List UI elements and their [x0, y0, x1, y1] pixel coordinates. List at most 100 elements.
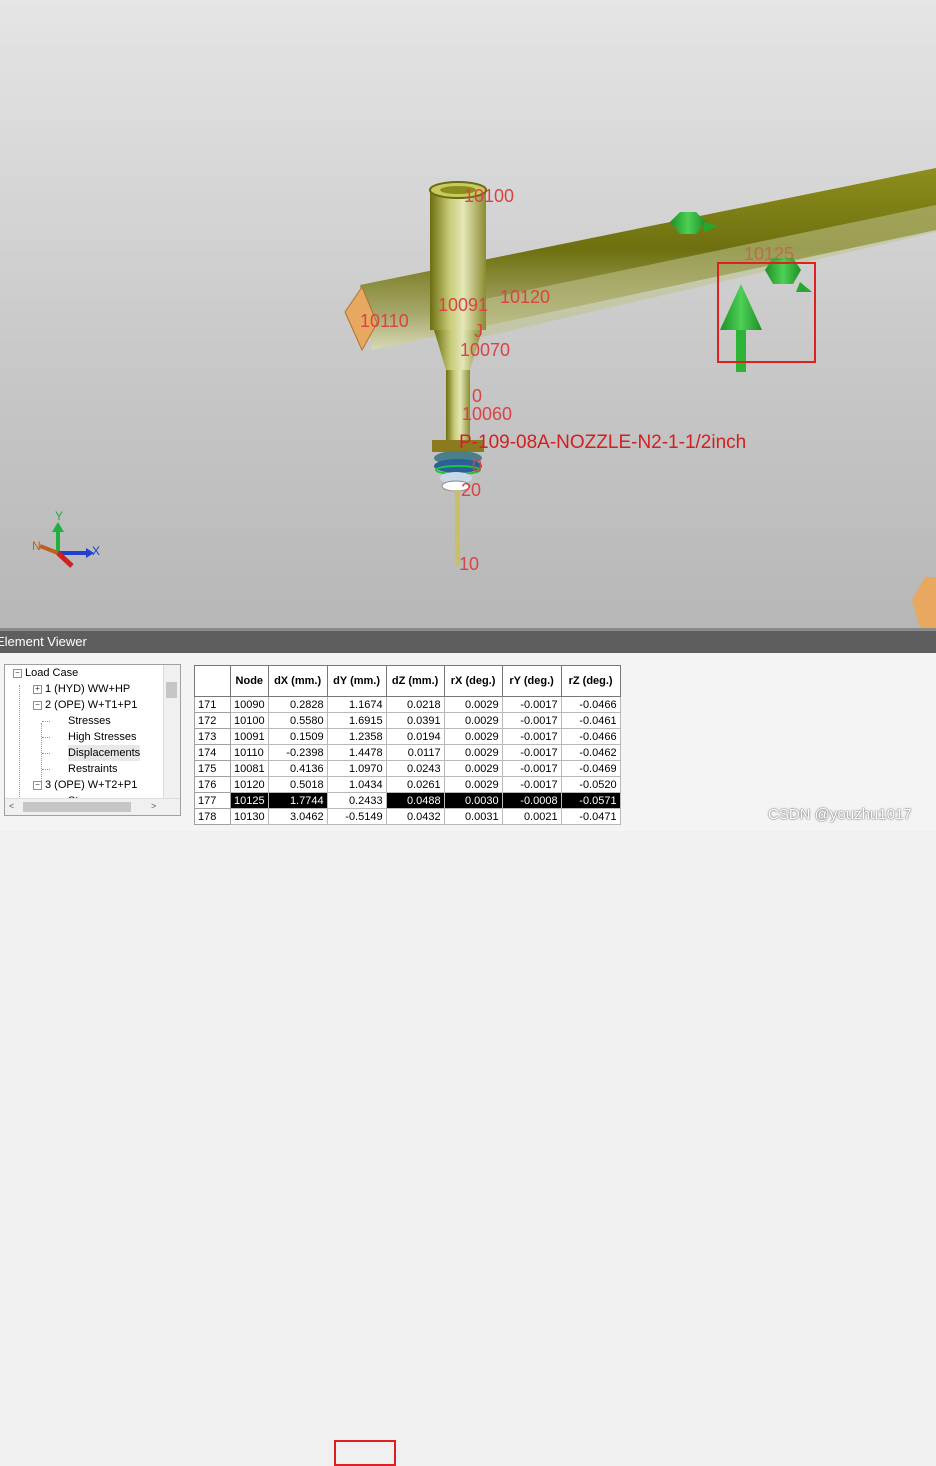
table-cell[interactable]: 0.0243 — [385, 760, 445, 777]
table-cell[interactable]: -0.0008 — [501, 792, 562, 809]
tree-item-stresses[interactable]: Stresses — [68, 713, 111, 729]
table-cell[interactable]: 0.5018 — [267, 776, 328, 793]
table-row[interactable]: 176 10120 0.5018 1.0434 0.0261 0.0029 -0.0017-… — [194, 776, 621, 793]
load-case-tree[interactable]: − Load Case +1 (HYD) WW+HP −2 (OPE) W+T1+… — [4, 664, 181, 816]
table-cell[interactable]: 0.0030 — [443, 792, 503, 809]
restraint-arrow[interactable] — [720, 284, 762, 372]
table-cell[interactable]: 1.0434 — [326, 776, 387, 793]
column-header[interactable] — [194, 665, 231, 697]
table-cell[interactable]: 1.4478 — [326, 744, 387, 761]
table-cell[interactable]: 0.0391 — [385, 712, 445, 729]
scroll-right-icon[interactable]: > — [151, 801, 156, 811]
table-cell[interactable]: -0.2398 — [267, 744, 328, 761]
table-cell[interactable]: -0.0466 — [560, 696, 621, 713]
column-header[interactable]: Node — [230, 665, 269, 697]
cell-node[interactable]: 10130 — [230, 808, 269, 825]
column-header[interactable]: rX (deg.) — [443, 665, 503, 697]
table-cell[interactable]: 0.0261 — [385, 776, 445, 793]
table-cell[interactable]: -0.0471 — [560, 808, 621, 825]
row-number[interactable]: 174 — [194, 744, 231, 761]
collapse-icon[interactable]: − — [13, 668, 22, 678]
table-cell[interactable]: 1.1674 — [326, 696, 387, 713]
row-number[interactable]: 175 — [194, 760, 231, 777]
table-cell[interactable]: -0.0469 — [560, 760, 621, 777]
table-cell[interactable]: 0.0432 — [385, 808, 445, 825]
table-cell[interactable]: 0.0029 — [443, 696, 503, 713]
table-cell[interactable]: -0.0461 — [560, 712, 621, 729]
row-number[interactable]: 178 — [194, 808, 231, 825]
table-cell[interactable]: 0.0488 — [385, 792, 445, 809]
tree-vertical-scrollbar[interactable] — [163, 665, 180, 798]
table-cell[interactable]: 1.7744 — [267, 792, 328, 809]
table-cell[interactable]: 0.5580 — [267, 712, 328, 729]
table-cell[interactable]: 0.0117 — [385, 744, 445, 761]
scroll-thumb[interactable] — [23, 802, 131, 812]
row-number[interactable]: 177 — [194, 792, 231, 809]
table-cell[interactable]: 0.0218 — [385, 696, 445, 713]
table-cell[interactable]: 0.4136 — [267, 760, 328, 777]
table-cell[interactable]: -0.0462 — [560, 744, 621, 761]
table-cell[interactable]: 0.0029 — [443, 760, 503, 777]
tree-item-load-case[interactable]: − Load Case — [13, 665, 78, 681]
tree-horizontal-scrollbar[interactable]: < > — [5, 798, 180, 815]
tree-item-load-case-3[interactable]: −3 (OPE) W+T2+P1 — [33, 777, 137, 793]
column-header[interactable]: dX (mm.) — [267, 665, 328, 697]
tree-item-restraints[interactable]: Restraints — [68, 761, 118, 777]
row-number[interactable]: 171 — [194, 696, 231, 713]
column-header[interactable]: dY (mm.) — [326, 665, 387, 697]
table-cell[interactable]: -0.0017 — [501, 760, 562, 777]
cell-node[interactable]: 10125 — [230, 792, 269, 809]
table-cell[interactable]: 0.0029 — [443, 728, 503, 745]
table-row[interactable]: 174 10110 -0.2398 1.4478 0.0117 0.0029 -0.0017… — [194, 744, 621, 761]
table-row[interactable]: 172 10100 0.5580 1.6915 0.0391 0.0029 -0.0017-… — [194, 712, 621, 729]
cell-node[interactable]: 10081 — [230, 760, 269, 777]
row-number[interactable]: 172 — [194, 712, 231, 729]
cell-node[interactable]: 10090 — [230, 696, 269, 713]
table-cell[interactable]: -0.0017 — [501, 728, 562, 745]
table-cell[interactable]: 0.0029 — [443, 776, 503, 793]
table-cell[interactable]: -0.0017 — [501, 744, 562, 761]
expand-icon[interactable]: + — [33, 684, 42, 694]
table-cell[interactable]: -0.0520 — [560, 776, 621, 793]
tree-item-high-stresses[interactable]: High Stresses — [68, 729, 136, 745]
column-header[interactable]: rY (deg.) — [501, 665, 562, 697]
table-cell[interactable]: 1.2358 — [326, 728, 387, 745]
table-cell[interactable]: -0.5149 — [326, 808, 387, 825]
table-row[interactable]: 175 10081 0.4136 1.0970 0.0243 0.0029 -0.0017-… — [194, 760, 621, 777]
table-cell[interactable]: 1.6915 — [326, 712, 387, 729]
tree-item-load-case-2[interactable]: −2 (OPE) W+T1+P1 — [33, 697, 137, 713]
table-cell[interactable]: 0.2828 — [267, 696, 328, 713]
collapse-icon[interactable]: − — [33, 780, 42, 790]
column-header[interactable]: dZ (mm.) — [385, 665, 445, 697]
column-header[interactable]: rZ (deg.) — [560, 665, 621, 697]
table-cell[interactable]: 0.2433 — [326, 792, 387, 809]
table-row[interactable]: 177 10125 1.7744 0.2433 0.0488 0.0030 -0.0008-… — [194, 792, 621, 809]
table-cell[interactable]: 0.0194 — [385, 728, 445, 745]
table-cell[interactable]: -0.0466 — [560, 728, 621, 745]
tree-item-load-case-1[interactable]: +1 (HYD) WW+HP — [33, 681, 130, 697]
table-cell[interactable]: 0.0021 — [501, 808, 562, 825]
table-cell[interactable]: 0.0031 — [443, 808, 503, 825]
table-cell[interactable]: 1.0970 — [326, 760, 387, 777]
table-cell[interactable]: -0.0017 — [501, 776, 562, 793]
table-row[interactable]: 178 10130 3.0462 -0.5149 0.0432 0.0031 0.0021-… — [194, 808, 621, 825]
row-number[interactable]: 176 — [194, 776, 231, 793]
3d-model-viewport[interactable]: 10100 10110 10091 10120 10070 10060 10 2… — [0, 0, 936, 628]
scroll-left-icon[interactable]: < — [9, 801, 14, 811]
cell-node[interactable]: 10100 — [230, 712, 269, 729]
cell-node[interactable]: 10110 — [230, 744, 269, 761]
cell-node[interactable]: 10091 — [230, 728, 269, 745]
table-cell[interactable]: -0.0017 — [501, 696, 562, 713]
table-cell[interactable]: 3.0462 — [267, 808, 328, 825]
table-row[interactable]: 171 10090 0.2828 1.1674 0.0218 0.0029 -0.0017-… — [194, 696, 621, 713]
cell-node[interactable]: 10120 — [230, 776, 269, 793]
table-cell[interactable]: 0.0029 — [443, 744, 503, 761]
tree-item-displacements[interactable]: Displacements — [68, 745, 141, 761]
table-row[interactable]: 173 10091 0.1509 1.2358 0.0194 0.0029 -0.0017-… — [194, 728, 621, 745]
table-cell[interactable]: 0.0029 — [443, 712, 503, 729]
table-cell[interactable]: 0.1509 — [267, 728, 328, 745]
table-cell[interactable]: -0.0571 — [560, 792, 621, 809]
collapse-icon[interactable]: − — [33, 700, 42, 710]
row-number[interactable]: 173 — [194, 728, 231, 745]
table-cell[interactable]: -0.0017 — [501, 712, 562, 729]
